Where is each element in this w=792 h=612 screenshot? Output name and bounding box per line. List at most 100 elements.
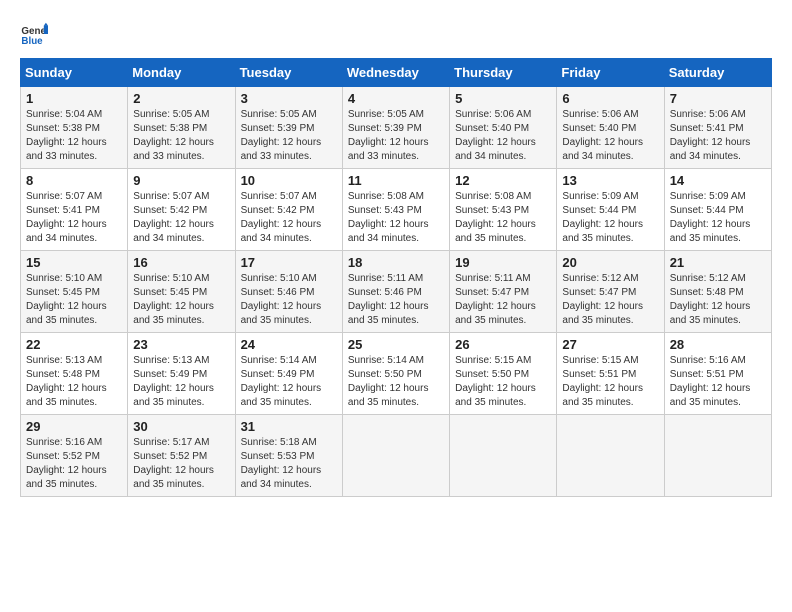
calendar-cell bbox=[450, 415, 557, 497]
day-info: Sunrise: 5:15 AMSunset: 5:51 PMDaylight:… bbox=[562, 355, 643, 408]
day-number: 17 bbox=[241, 255, 337, 270]
calendar-cell: 21Sunrise: 5:12 AMSunset: 5:48 PMDayligh… bbox=[664, 251, 771, 333]
calendar-body: 1Sunrise: 5:04 AMSunset: 5:38 PMDaylight… bbox=[21, 87, 772, 497]
calendar-cell: 10 Sunrise: 5:07 AMSunset: 5:42 PMDayligh… bbox=[235, 169, 342, 251]
calendar-cell: 18 Sunrise: 5:11 AMSunset: 5:46 PMDayligh… bbox=[342, 251, 449, 333]
day-info: Sunrise: 5:05 AMSunset: 5:39 PMDaylight:… bbox=[241, 109, 322, 162]
calendar-cell: 9Sunrise: 5:07 AMSunset: 5:42 PMDaylight… bbox=[128, 169, 235, 251]
day-info: Sunrise: 5:13 AMSunset: 5:49 PMDaylight:… bbox=[133, 355, 214, 408]
day-info: Sunrise: 5:05 AMSunset: 5:38 PMDaylight:… bbox=[133, 109, 214, 162]
day-info: Sunrise: 5:11 AMSunset: 5:47 PMDaylight:… bbox=[455, 273, 536, 326]
calendar-cell: 12Sunrise: 5:08 AMSunset: 5:43 PMDayligh… bbox=[450, 169, 557, 251]
weekday-header-friday: Friday bbox=[557, 59, 664, 87]
day-number: 21 bbox=[670, 255, 766, 270]
day-info: Sunrise: 5:17 AMSunset: 5:52 PMDaylight:… bbox=[133, 437, 214, 490]
logo-icon: General Blue bbox=[20, 20, 48, 48]
day-number: 11 bbox=[348, 173, 444, 188]
calendar-cell: 3 Sunrise: 5:05 AMSunset: 5:39 PMDaylight… bbox=[235, 87, 342, 169]
weekday-header-row: SundayMondayTuesdayWednesdayThursdayFrid… bbox=[21, 59, 772, 87]
day-number: 19 bbox=[455, 255, 551, 270]
calendar-week-row: 29Sunrise: 5:16 AMSunset: 5:52 PMDayligh… bbox=[21, 415, 772, 497]
day-number: 30 bbox=[133, 419, 229, 434]
day-info: Sunrise: 5:15 AMSunset: 5:50 PMDaylight:… bbox=[455, 355, 536, 408]
calendar-cell: 24 Sunrise: 5:14 AMSunset: 5:49 PMDayligh… bbox=[235, 333, 342, 415]
day-info: Sunrise: 5:06 AMSunset: 5:40 PMDaylight:… bbox=[562, 109, 643, 162]
calendar-cell: 13 Sunrise: 5:09 AMSunset: 5:44 PMDayligh… bbox=[557, 169, 664, 251]
day-info: Sunrise: 5:16 AMSunset: 5:52 PMDaylight:… bbox=[26, 437, 107, 490]
calendar-cell: 23Sunrise: 5:13 AMSunset: 5:49 PMDayligh… bbox=[128, 333, 235, 415]
calendar-cell: 17Sunrise: 5:10 AMSunset: 5:46 PMDayligh… bbox=[235, 251, 342, 333]
calendar-cell: 7 Sunrise: 5:06 AMSunset: 5:41 PMDaylight… bbox=[664, 87, 771, 169]
calendar-cell: 28 Sunrise: 5:16 AMSunset: 5:51 PMDayligh… bbox=[664, 333, 771, 415]
day-info: Sunrise: 5:09 AMSunset: 5:44 PMDaylight:… bbox=[670, 191, 751, 244]
day-info: Sunrise: 5:13 AMSunset: 5:48 PMDaylight:… bbox=[26, 355, 107, 408]
weekday-header-saturday: Saturday bbox=[664, 59, 771, 87]
calendar-cell: 16 Sunrise: 5:10 AMSunset: 5:45 PMDayligh… bbox=[128, 251, 235, 333]
weekday-header-wednesday: Wednesday bbox=[342, 59, 449, 87]
calendar-cell bbox=[342, 415, 449, 497]
calendar-cell bbox=[557, 415, 664, 497]
calendar-cell: 25 Sunrise: 5:14 AMSunset: 5:50 PMDayligh… bbox=[342, 333, 449, 415]
day-info: Sunrise: 5:10 AMSunset: 5:45 PMDaylight:… bbox=[133, 273, 214, 326]
calendar-cell: 15Sunrise: 5:10 AMSunset: 5:45 PMDayligh… bbox=[21, 251, 128, 333]
calendar-cell: 14 Sunrise: 5:09 AMSunset: 5:44 PMDayligh… bbox=[664, 169, 771, 251]
weekday-header-sunday: Sunday bbox=[21, 59, 128, 87]
day-info: Sunrise: 5:07 AMSunset: 5:42 PMDaylight:… bbox=[133, 191, 214, 244]
day-number: 25 bbox=[348, 337, 444, 352]
calendar-cell bbox=[664, 415, 771, 497]
calendar-cell: 6 Sunrise: 5:06 AMSunset: 5:40 PMDaylight… bbox=[557, 87, 664, 169]
day-info: Sunrise: 5:04 AMSunset: 5:38 PMDaylight:… bbox=[26, 109, 107, 162]
day-info: Sunrise: 5:14 AMSunset: 5:49 PMDaylight:… bbox=[241, 355, 322, 408]
day-number: 10 bbox=[241, 173, 337, 188]
calendar-cell: 26 Sunrise: 5:15 AMSunset: 5:50 PMDayligh… bbox=[450, 333, 557, 415]
day-number: 13 bbox=[562, 173, 658, 188]
calendar-cell: 11Sunrise: 5:08 AMSunset: 5:43 PMDayligh… bbox=[342, 169, 449, 251]
day-number: 18 bbox=[348, 255, 444, 270]
day-number: 2 bbox=[133, 91, 229, 106]
day-number: 5 bbox=[455, 91, 551, 106]
day-number: 6 bbox=[562, 91, 658, 106]
day-number: 26 bbox=[455, 337, 551, 352]
page-header: General Blue bbox=[20, 20, 772, 48]
day-number: 12 bbox=[455, 173, 551, 188]
day-number: 31 bbox=[241, 419, 337, 434]
calendar-table: SundayMondayTuesdayWednesdayThursdayFrid… bbox=[20, 58, 772, 497]
day-info: Sunrise: 5:07 AMSunset: 5:42 PMDaylight:… bbox=[241, 191, 322, 244]
day-number: 4 bbox=[348, 91, 444, 106]
day-info: Sunrise: 5:16 AMSunset: 5:51 PMDaylight:… bbox=[670, 355, 751, 408]
weekday-header-tuesday: Tuesday bbox=[235, 59, 342, 87]
calendar-cell: 20 Sunrise: 5:12 AMSunset: 5:47 PMDayligh… bbox=[557, 251, 664, 333]
calendar-cell: 5 Sunrise: 5:06 AMSunset: 5:40 PMDaylight… bbox=[450, 87, 557, 169]
calendar-cell: 4Sunrise: 5:05 AMSunset: 5:39 PMDaylight… bbox=[342, 87, 449, 169]
day-number: 3 bbox=[241, 91, 337, 106]
calendar-cell: 30 Sunrise: 5:17 AMSunset: 5:52 PMDayligh… bbox=[128, 415, 235, 497]
calendar-cell: 19 Sunrise: 5:11 AMSunset: 5:47 PMDayligh… bbox=[450, 251, 557, 333]
calendar-week-row: 15Sunrise: 5:10 AMSunset: 5:45 PMDayligh… bbox=[21, 251, 772, 333]
day-number: 22 bbox=[26, 337, 122, 352]
calendar-cell: 1Sunrise: 5:04 AMSunset: 5:38 PMDaylight… bbox=[21, 87, 128, 169]
day-info: Sunrise: 5:06 AMSunset: 5:40 PMDaylight:… bbox=[455, 109, 536, 162]
day-number: 7 bbox=[670, 91, 766, 106]
calendar-cell: 22 Sunrise: 5:13 AMSunset: 5:48 PMDayligh… bbox=[21, 333, 128, 415]
calendar-week-row: 22 Sunrise: 5:13 AMSunset: 5:48 PMDayligh… bbox=[21, 333, 772, 415]
weekday-header-monday: Monday bbox=[128, 59, 235, 87]
day-info: Sunrise: 5:12 AMSunset: 5:47 PMDaylight:… bbox=[562, 273, 643, 326]
day-number: 14 bbox=[670, 173, 766, 188]
calendar-cell: 31Sunrise: 5:18 AMSunset: 5:53 PMDayligh… bbox=[235, 415, 342, 497]
day-number: 24 bbox=[241, 337, 337, 352]
day-info: Sunrise: 5:14 AMSunset: 5:50 PMDaylight:… bbox=[348, 355, 429, 408]
day-info: Sunrise: 5:10 AMSunset: 5:45 PMDaylight:… bbox=[26, 273, 107, 326]
day-number: 20 bbox=[562, 255, 658, 270]
day-number: 16 bbox=[133, 255, 229, 270]
day-number: 8 bbox=[26, 173, 122, 188]
day-info: Sunrise: 5:11 AMSunset: 5:46 PMDaylight:… bbox=[348, 273, 429, 326]
calendar-cell: 8Sunrise: 5:07 AMSunset: 5:41 PMDaylight… bbox=[21, 169, 128, 251]
weekday-header-thursday: Thursday bbox=[450, 59, 557, 87]
calendar-cell: 29Sunrise: 5:16 AMSunset: 5:52 PMDayligh… bbox=[21, 415, 128, 497]
calendar-cell: 2 Sunrise: 5:05 AMSunset: 5:38 PMDaylight… bbox=[128, 87, 235, 169]
svg-text:Blue: Blue bbox=[21, 36, 43, 47]
day-info: Sunrise: 5:06 AMSunset: 5:41 PMDaylight:… bbox=[670, 109, 751, 162]
day-number: 28 bbox=[670, 337, 766, 352]
calendar-cell: 27Sunrise: 5:15 AMSunset: 5:51 PMDayligh… bbox=[557, 333, 664, 415]
day-info: Sunrise: 5:09 AMSunset: 5:44 PMDaylight:… bbox=[562, 191, 643, 244]
